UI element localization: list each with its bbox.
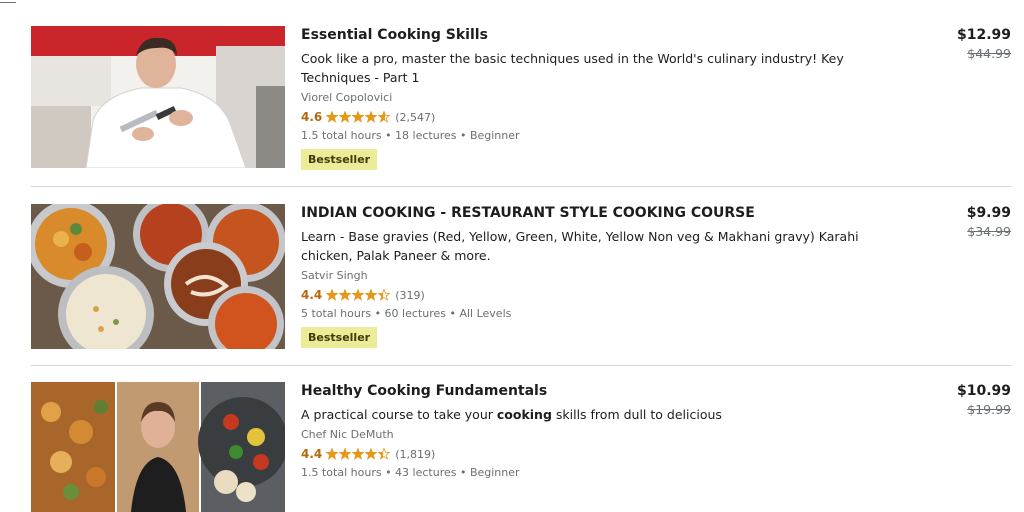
course-meta: 5 total hours • 60 lectures • All Levels — [301, 307, 512, 320]
star-icon — [339, 111, 352, 123]
star-icon — [365, 289, 378, 301]
course-info: Essential Cooking Skills Cook like a pro… — [285, 26, 1011, 170]
course-thumbnail-chef[interactable] — [31, 26, 285, 168]
course-list: Essential Cooking Skills Cook like a pro… — [31, 0, 1011, 512]
star-icon — [365, 448, 378, 460]
course-thumbnail-indian-dishes[interactable] — [31, 204, 285, 349]
price-current: $9.99 — [966, 205, 1011, 221]
rating-stars — [326, 111, 391, 123]
course-card-1[interactable]: Essential Cooking Skills Cook like a pro… — [31, 0, 1011, 186]
course-title[interactable]: Essential Cooking Skills — [301, 26, 1011, 44]
headline-text: skills from dull to delicious — [551, 407, 722, 422]
half-star-icon — [378, 448, 391, 460]
course-card-3[interactable]: Healthy Cooking Fundamentals A practical… — [31, 365, 1011, 512]
course-title[interactable]: INDIAN COOKING - RESTAURANT STYLE COOKIN… — [301, 204, 1011, 222]
half-star-icon — [378, 111, 391, 123]
course-instructor: Satvir Singh — [301, 269, 368, 282]
course-rating: 4.6 (2,547) — [301, 109, 1011, 125]
course-headline: A practical course to take your cooking … — [301, 405, 861, 424]
rating-value: 4.4 — [301, 288, 323, 302]
price-original: $19.99 — [967, 402, 1011, 417]
course-price: $12.99 $44.99 — [957, 26, 1011, 61]
half-star-icon — [378, 289, 391, 301]
star-icon — [352, 448, 365, 460]
rating-count: (319) — [395, 288, 425, 302]
rating-value: 4.6 — [301, 110, 323, 124]
star-icon — [326, 111, 339, 123]
course-price: $9.99 $34.99 — [967, 204, 1011, 239]
course-card-2[interactable]: INDIAN COOKING - RESTAURANT STYLE COOKIN… — [31, 186, 1011, 365]
headline-highlight: cooking — [496, 407, 552, 422]
headline-text: A practical course to take your — [301, 407, 497, 422]
course-rating: 4.4 (319) — [301, 287, 1011, 303]
rating-stars — [326, 289, 391, 301]
star-icon — [339, 448, 352, 460]
course-info: Healthy Cooking Fundamentals A practical… — [285, 382, 1011, 512]
price-current: $12.99 — [956, 27, 1011, 43]
star-icon — [339, 289, 352, 301]
rating-value: 4.4 — [301, 447, 323, 461]
rating-count: (1,819) — [395, 447, 436, 461]
course-instructor: Viorel Copolovici — [301, 91, 393, 104]
course-title[interactable]: Healthy Cooking Fundamentals — [301, 382, 1011, 400]
course-headline: Learn - Base gravies (Red, Yellow, Green… — [301, 229, 859, 263]
star-icon — [365, 111, 378, 123]
rating-count: (2,547) — [395, 110, 436, 124]
course-rating: 4.4 (1,819) — [301, 446, 1011, 462]
price-current: $10.99 — [956, 383, 1011, 399]
course-instructor: Chef Nic DeMuth — [301, 428, 394, 441]
star-icon — [326, 289, 339, 301]
bestseller-badge: Bestseller — [301, 327, 378, 348]
course-meta: 1.5 total hours • 18 lectures • Beginner — [301, 129, 520, 142]
course-price: $10.99 $19.99 — [957, 382, 1011, 417]
rating-stars — [326, 448, 391, 460]
course-headline: Cook like a pro, master the basic techni… — [301, 51, 844, 85]
course-thumbnail-healthy[interactable] — [31, 382, 285, 512]
course-meta: 1.5 total hours • 43 lectures • Beginner — [301, 466, 520, 479]
corner-mark — [0, 0, 16, 3]
star-icon — [352, 289, 365, 301]
star-icon — [352, 111, 365, 123]
star-icon — [326, 448, 339, 460]
bestseller-badge: Bestseller — [301, 149, 378, 170]
price-original: $34.99 — [967, 224, 1011, 239]
course-info: INDIAN COOKING - RESTAURANT STYLE COOKIN… — [285, 204, 1011, 349]
price-original: $44.99 — [967, 46, 1011, 61]
